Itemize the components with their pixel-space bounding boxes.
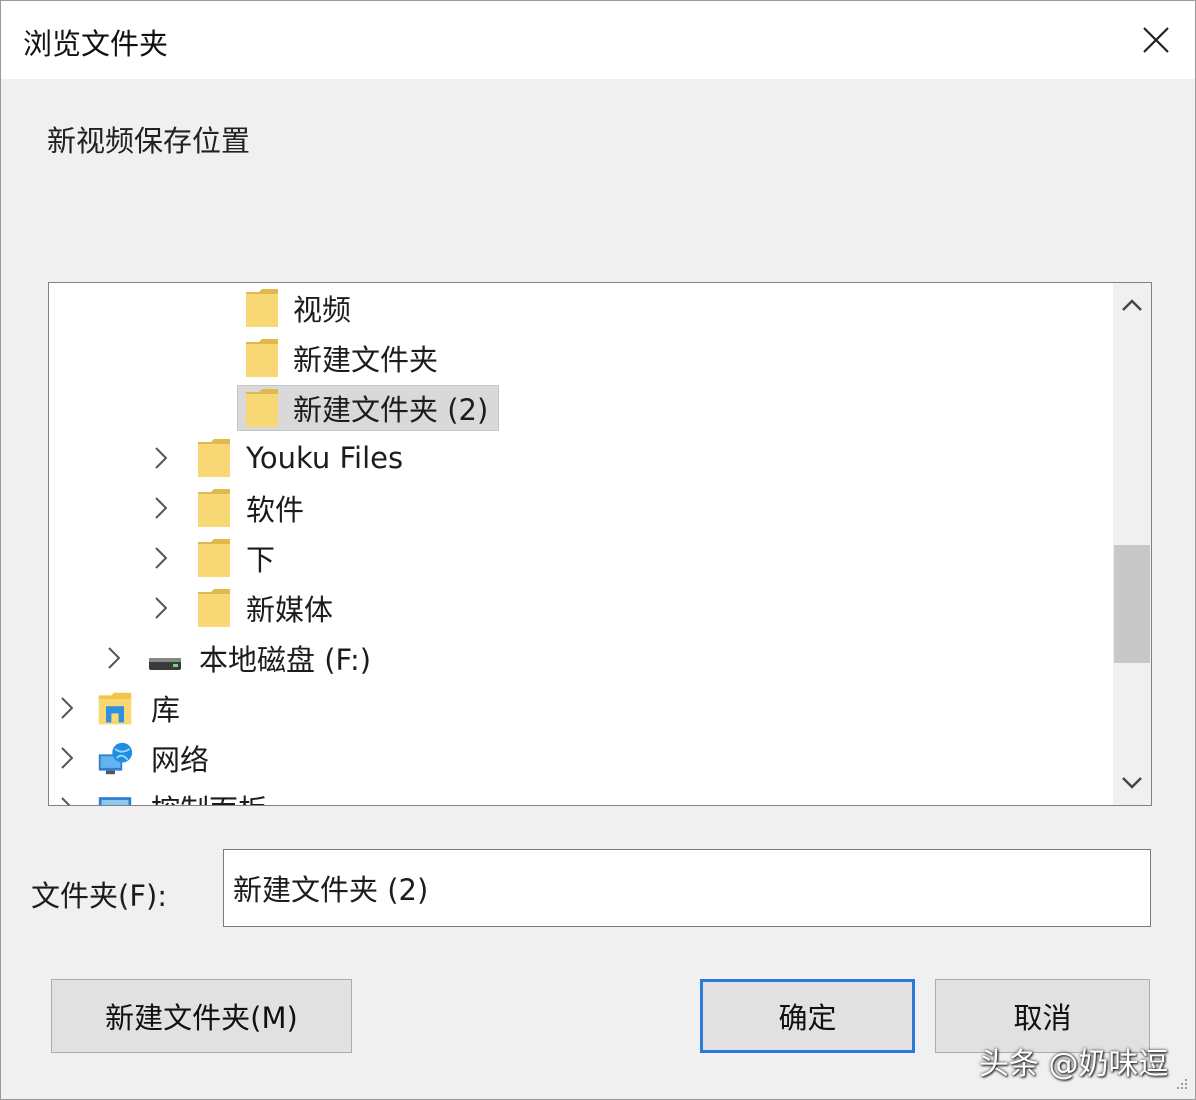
folder-input[interactable] [223,849,1151,927]
chevron-right-icon[interactable] [151,544,171,572]
tree-item-label: 本地磁盘 (F:) [199,643,372,677]
folder-tree[interactable]: 视频 新建文件夹 新建文件夹 (2) Youku Files 软件 下 新媒体 … [48,282,1152,806]
scroll-down-button[interactable] [1113,761,1151,805]
ok-button[interactable]: 确定 [700,979,915,1053]
chevron-right-icon[interactable] [151,494,171,522]
tree-item-label: 新建文件夹 [293,343,439,377]
folder-field-label: 文件夹(F): [31,879,168,913]
chevron-right-icon[interactable] [57,744,77,772]
tree-item-label: 下 [246,543,276,577]
tree-item[interactable]: 新建文件夹 [49,334,1113,382]
folder-icon [198,589,230,627]
tree-item-label: 控制面板 [151,787,267,805]
folder-icon [246,339,278,377]
tree-item-label: 软件 [246,493,305,527]
network-icon [98,742,133,775]
folder-icon [198,539,230,577]
chevron-right-icon[interactable] [57,794,77,805]
chevron-right-icon[interactable] [151,594,171,622]
folder-icon [246,389,278,427]
control-panel-icon [98,797,132,805]
chevron-down-icon [1122,777,1142,789]
new-folder-button[interactable]: 新建文件夹(M) [51,979,352,1053]
tree-item-label: 新媒体 [246,593,334,627]
folder-icon [198,439,230,477]
close-button[interactable] [1117,1,1195,79]
watermark: 头条 @奶味逗 [979,1047,1169,1082]
tree-item[interactable]: 下 [49,534,1113,582]
dialog-description: 新视频保存位置 [47,124,251,158]
tree-scrollbar[interactable] [1113,283,1151,805]
tree-item-label: 网络 [151,743,210,777]
tree-item[interactable]: Youku Files [49,434,1113,482]
chevron-right-icon[interactable] [57,694,77,722]
scroll-up-button[interactable] [1113,283,1151,327]
tree-item[interactable]: 本地磁盘 (F:) [49,634,1113,682]
library-icon [98,692,132,725]
tree-item-label: 视频 [293,293,352,327]
tree-item[interactable]: 视频 [49,284,1113,332]
tree-item-selected[interactable]: 新建文件夹 (2) [49,384,1113,432]
tree-item[interactable]: 新媒体 [49,584,1113,632]
tree-item-label: 新建文件夹 (2) [293,393,489,427]
chevron-right-icon[interactable] [104,644,124,672]
tree-item[interactable]: 软件 [49,484,1113,532]
folder-icon [246,289,278,327]
tree-item[interactable]: 库 [49,684,1113,732]
tree-item-label: Youku Files [246,441,404,475]
title-bar: 浏览文件夹 [1,1,1195,79]
chevron-right-icon[interactable] [151,444,171,472]
drive-icon [149,658,181,670]
folder-icon [198,489,230,527]
chevron-up-icon [1122,299,1142,311]
tree-item[interactable]: 控制面板 [49,784,1113,805]
tree-item-label: 库 [151,693,181,727]
browse-folder-dialog: 浏览文件夹 新视频保存位置 视频 新建文件夹 新建文件夹 (2) Youku F… [0,0,1196,1100]
close-icon [1143,27,1169,53]
tree-item[interactable]: 网络 [49,734,1113,782]
scroll-thumb[interactable] [1114,545,1150,663]
resize-grip-icon[interactable] [1173,1077,1189,1093]
window-title: 浏览文件夹 [23,27,169,61]
